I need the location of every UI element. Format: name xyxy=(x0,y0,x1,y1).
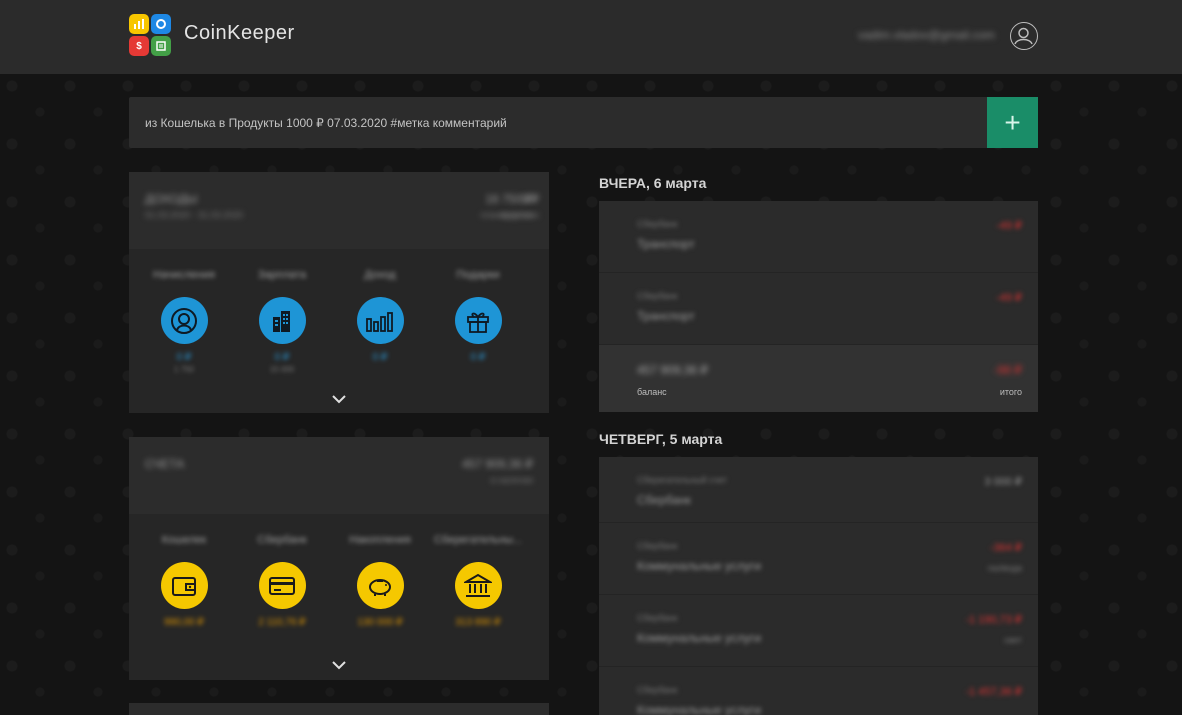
transaction-row[interactable]: Сберегательный счет Сбербанк 3 000 ₽ xyxy=(599,457,1038,523)
expenses-panel[interactable] xyxy=(129,703,549,715)
income-item-value: 0 ₽ xyxy=(176,352,192,363)
chevron-down-icon[interactable] xyxy=(331,391,347,407)
income-item-name: Начисления xyxy=(153,269,215,281)
account-item-value: 2 110,76 ₽ xyxy=(258,617,306,628)
building-icon[interactable] xyxy=(258,297,306,344)
account-item[interactable]: Сбербанк 2 110,76 ₽ xyxy=(233,514,331,628)
income-item-name: Зарплата xyxy=(257,269,307,281)
account-item-value: 990,00 ₽ xyxy=(164,617,204,628)
account-item-name: Кошелек xyxy=(161,534,207,546)
logo-dollar-tile: $ xyxy=(129,36,149,56)
transaction-amount: -1 190,73 ₽ xyxy=(965,614,1022,626)
day-total-value: -98 ₽ xyxy=(993,363,1022,377)
transaction-amount: 3 000 ₽ xyxy=(984,476,1022,488)
day-heading: ЧЕТВЕРГ, 5 марта xyxy=(599,431,723,447)
account-item[interactable]: Сберегательны... 313 890 ₽ xyxy=(429,514,527,628)
transaction-target: Коммунальные услуги xyxy=(637,703,762,715)
transaction-target: Коммунальные услуги xyxy=(637,559,762,573)
accounts-list: Кошелек 990,00 ₽ Сбербанк 2 110,76 ₽ Нак… xyxy=(129,514,549,628)
income-item-name: Подарки xyxy=(456,269,500,281)
transaction-source: Сбербанк xyxy=(637,613,678,623)
user-profile-icon[interactable] xyxy=(1010,22,1038,50)
transaction-row[interactable]: Сбербанк Коммунальные услуги -364 ₽ газ/… xyxy=(599,523,1038,595)
day-transactions: Сбербанк Транспорт -49 ₽ Сбербанк Трансп… xyxy=(599,201,1038,412)
accounts-total-value: 457 909,36 ₽ xyxy=(461,457,533,471)
income-period: 01.03.2020 - 31.03.2020 xyxy=(145,210,244,220)
transaction-target: Транспорт xyxy=(637,309,695,323)
income-item-planned: 1 750 xyxy=(173,365,195,374)
income-item[interactable]: Подарки 0 ₽ xyxy=(429,249,527,374)
day-heading: ВЧЕРА, 6 марта xyxy=(599,175,707,191)
income-categories: Начисления 0 ₽ 1 750 Зарплата 0 ₽ 15 000… xyxy=(129,249,549,374)
income-item-value: 0 ₽ xyxy=(372,352,388,363)
transaction-row[interactable]: Сбербанк Транспорт -49 ₽ xyxy=(599,273,1038,345)
bar-chart-icon[interactable] xyxy=(356,297,404,344)
transaction-target: Сбербанк xyxy=(637,493,691,507)
transaction-amount: -49 ₽ xyxy=(996,220,1022,232)
transaction-target: Коммунальные услуги xyxy=(637,631,762,645)
income-item[interactable]: Зарплата 0 ₽ 15 000 xyxy=(233,249,331,374)
piggy-bank-icon[interactable] xyxy=(356,562,404,609)
day-transactions: Сберегательный счет Сбербанк 3 000 ₽ Сбе… xyxy=(599,457,1038,715)
income-panel: ДОХОДЫ 01.03.2020 - 31.03.2020 0 ₽ получ… xyxy=(129,172,549,413)
income-planned-label: планируется xyxy=(480,210,533,220)
user-email[interactable]: vadim.vladov@gmail.com xyxy=(858,28,995,42)
person-icon[interactable] xyxy=(160,297,208,344)
account-item-name: Сбербанк xyxy=(257,534,307,546)
income-item-value: 0 ₽ xyxy=(470,352,486,363)
transaction-row[interactable]: Сбербанк Коммунальные услуги -1 457,36 ₽ xyxy=(599,667,1038,715)
quick-add-bar: + xyxy=(129,97,1038,148)
add-transaction-button[interactable]: + xyxy=(987,97,1038,148)
day-total-label: итого xyxy=(999,387,1022,397)
income-item-value: 0 ₽ xyxy=(274,352,290,363)
transaction-row[interactable]: Сбербанк Коммунальные услуги -1 190,73 ₽… xyxy=(599,595,1038,667)
plus-icon: + xyxy=(1004,106,1021,138)
account-item[interactable]: Кошелек 990,00 ₽ xyxy=(135,514,233,628)
transaction-tag: свет xyxy=(1003,635,1022,645)
income-planned-value: 16 750 ₽ xyxy=(485,192,533,206)
income-item[interactable]: Начисления 0 ₽ 1 750 xyxy=(135,249,233,374)
accounts-panel: СЧЕТА 457 909,36 ₽ в наличии Кошелек 990… xyxy=(129,437,549,680)
income-item-name: Доход xyxy=(364,269,396,281)
account-item-value: 130 000 ₽ xyxy=(357,617,403,628)
day-balance-label: баланс xyxy=(637,387,667,397)
transaction-amount: -49 ₽ xyxy=(996,292,1022,304)
logo-list-tile xyxy=(151,36,171,56)
transaction-row[interactable]: Сбербанк Транспорт -49 ₽ xyxy=(599,201,1038,273)
transaction-source: Сберегательный счет xyxy=(637,475,728,485)
transaction-amount: -364 ₽ xyxy=(989,542,1022,554)
accounts-panel-header[interactable]: СЧЕТА 457 909,36 ₽ в наличии xyxy=(129,437,549,514)
credit-card-icon[interactable] xyxy=(258,562,306,609)
income-item[interactable]: Доход 0 ₽ xyxy=(331,249,429,374)
day-summary: 457 909,36 ₽ баланс -98 ₽ итого xyxy=(599,345,1038,412)
day-balance-value: 457 909,36 ₽ xyxy=(637,363,709,377)
account-item[interactable]: Накопления 130 000 ₽ xyxy=(331,514,429,628)
transaction-amount: -1 457,36 ₽ xyxy=(965,686,1022,698)
accounts-total-label: в наличии xyxy=(490,475,533,485)
quick-add-input[interactable] xyxy=(129,97,987,148)
income-title: ДОХОДЫ xyxy=(145,192,198,206)
account-item-value: 313 890 ₽ xyxy=(455,617,501,628)
transaction-source: Сбербанк xyxy=(637,685,678,695)
accounts-title: СЧЕТА xyxy=(145,457,185,471)
brand-name: CoinKeeper xyxy=(184,22,295,44)
income-item-planned: 15 000 xyxy=(269,365,295,374)
coinkeeper-logo-icon[interactable]: $ xyxy=(129,14,171,56)
account-item-name: Накопления xyxy=(349,534,411,546)
transaction-source: Сбербанк xyxy=(637,541,678,551)
chevron-down-icon[interactable] xyxy=(331,657,347,673)
transaction-source: Сбербанк xyxy=(637,219,678,229)
logo-chart-tile xyxy=(129,14,149,34)
wallet-icon[interactable] xyxy=(160,562,208,609)
bank-icon[interactable] xyxy=(454,562,502,609)
transaction-tag: газ/вода xyxy=(987,563,1022,573)
transaction-target: Транспорт xyxy=(637,237,695,251)
logo-cycle-tile xyxy=(151,14,171,34)
transaction-source: Сбербанк xyxy=(637,291,678,301)
top-bar: $ CoinKeeper vadim.vladov@gmail.com xyxy=(0,0,1182,74)
account-item-name: Сберегательны... xyxy=(433,534,523,546)
gift-icon[interactable] xyxy=(454,297,502,344)
income-panel-header[interactable]: ДОХОДЫ 01.03.2020 - 31.03.2020 0 ₽ получ… xyxy=(129,172,549,249)
